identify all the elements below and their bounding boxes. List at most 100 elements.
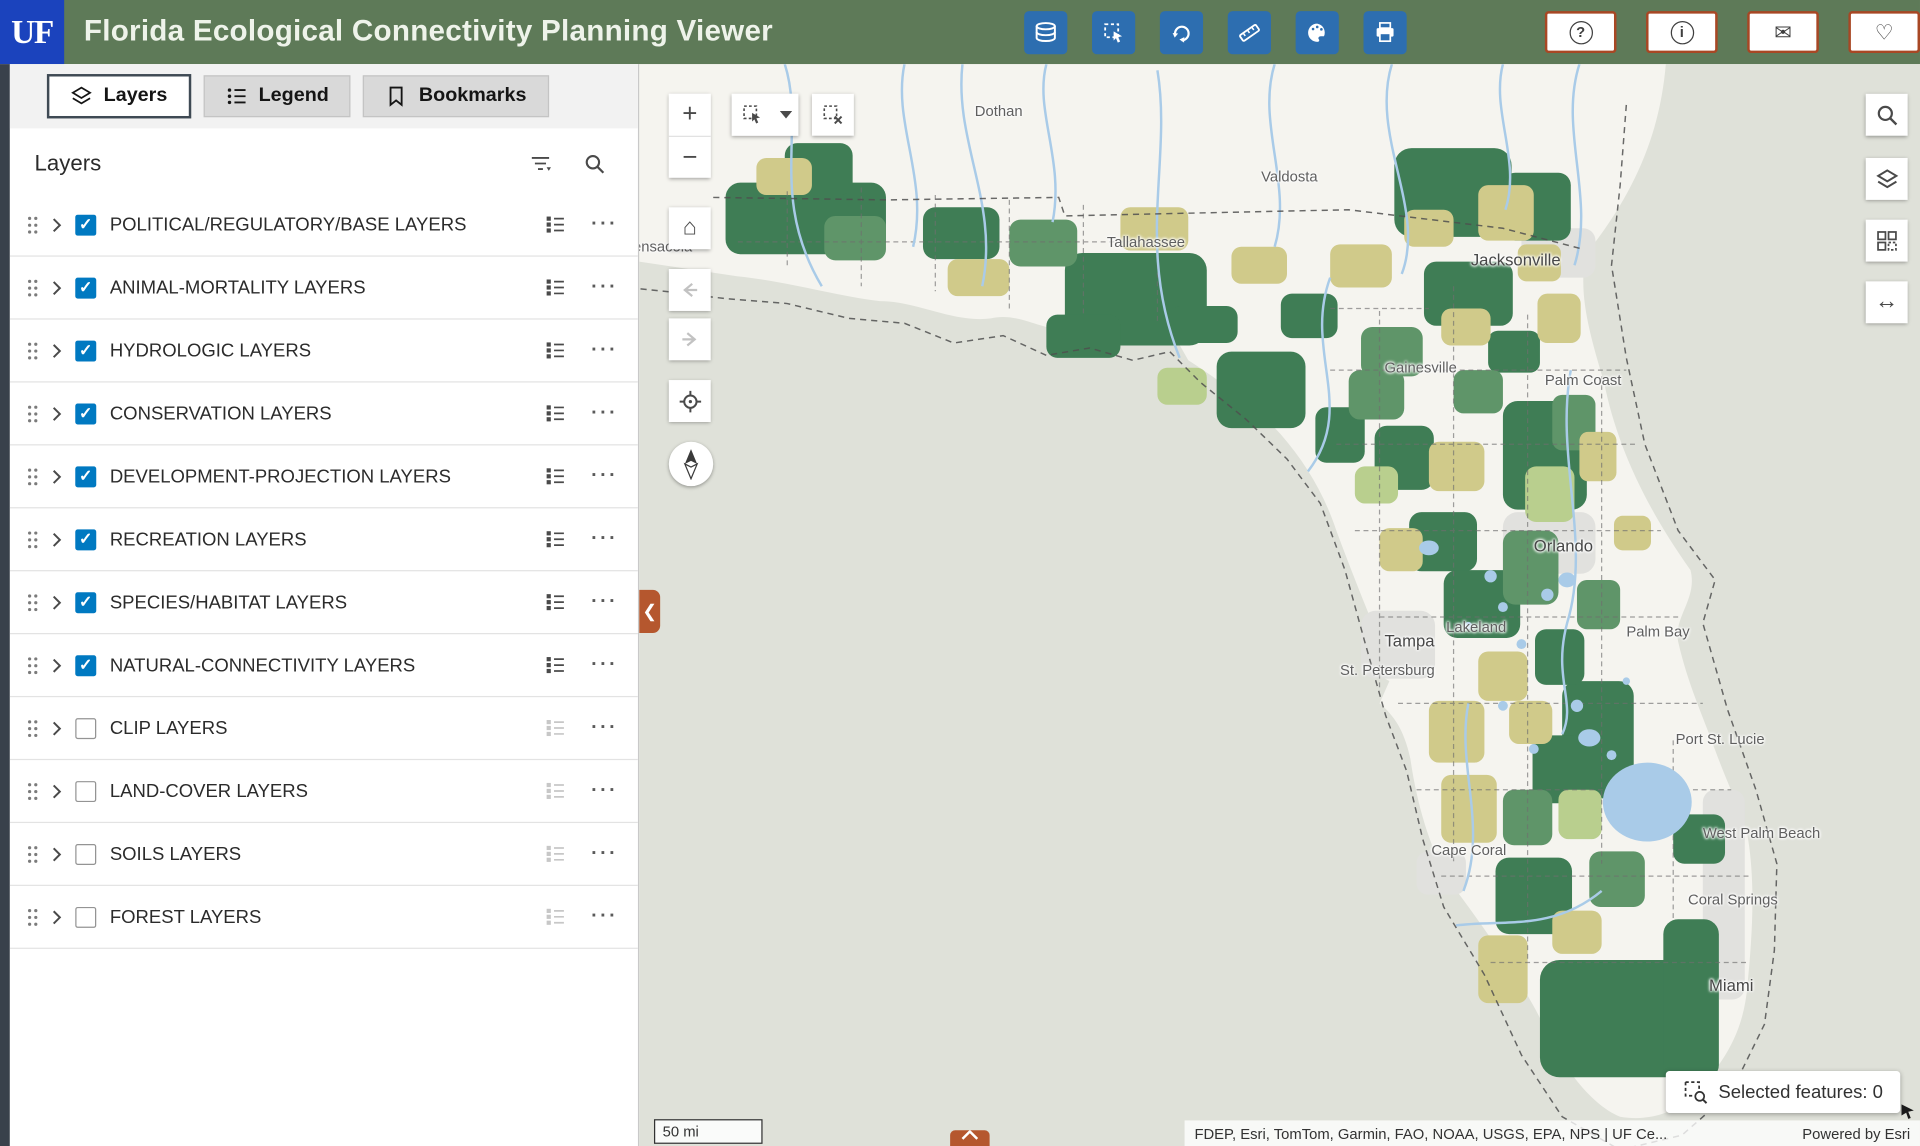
about-button[interactable]: i xyxy=(1646,11,1718,53)
options-ellipsis-icon[interactable]: ··· xyxy=(591,717,618,739)
legend-list-icon[interactable] xyxy=(545,466,565,486)
options-ellipsis-icon[interactable]: ··· xyxy=(591,780,618,802)
table-expand-button[interactable] xyxy=(950,1130,989,1146)
expand-chevron-icon[interactable] xyxy=(52,594,62,610)
drag-handle-icon[interactable] xyxy=(27,845,38,864)
measure-button[interactable] xyxy=(1228,10,1271,53)
zoom-out-button[interactable]: − xyxy=(669,136,711,178)
zoom-in-button[interactable]: + xyxy=(669,94,711,136)
expand-chevron-icon[interactable] xyxy=(52,909,62,925)
add-data-button[interactable] xyxy=(1024,10,1067,53)
tab-legend[interactable]: Legend xyxy=(203,75,351,117)
basemap-gallery-button[interactable] xyxy=(1866,220,1908,262)
options-ellipsis-icon[interactable]: ··· xyxy=(591,654,618,676)
expand-chevron-icon[interactable] xyxy=(52,657,62,673)
previous-extent-button[interactable] xyxy=(669,269,711,311)
expand-chevron-icon[interactable] xyxy=(52,531,62,547)
expand-chevron-icon[interactable] xyxy=(52,279,62,295)
legend-list-icon[interactable] xyxy=(545,655,565,675)
selected-features-badge[interactable]: Selected features: 0 xyxy=(1665,1071,1900,1113)
options-ellipsis-icon[interactable]: ··· xyxy=(591,339,618,361)
expand-chevron-icon[interactable] xyxy=(52,342,62,358)
layer-row: FOREST LAYERS ··· xyxy=(10,886,638,949)
options-ellipsis-icon[interactable]: ··· xyxy=(591,402,618,424)
layer-checkbox[interactable] xyxy=(75,214,96,235)
options-ellipsis-icon[interactable]: ··· xyxy=(591,465,618,487)
extent-width-button[interactable]: ↔ xyxy=(1866,281,1908,323)
print-button[interactable] xyxy=(1363,10,1406,53)
expand-chevron-icon[interactable] xyxy=(52,468,62,484)
expand-chevron-icon[interactable] xyxy=(52,783,62,799)
expand-chevron-icon[interactable] xyxy=(52,846,62,862)
drag-handle-icon[interactable] xyxy=(27,782,38,801)
search-icon[interactable] xyxy=(584,152,606,174)
map-select-button[interactable] xyxy=(732,94,774,136)
layer-checkbox[interactable] xyxy=(75,655,96,676)
drag-handle-icon[interactable] xyxy=(27,404,38,423)
layer-checkbox[interactable] xyxy=(75,529,96,550)
drag-handle-icon[interactable] xyxy=(27,215,38,234)
legend-list-icon[interactable] xyxy=(545,529,565,549)
legend-list-icon[interactable] xyxy=(545,278,565,298)
options-ellipsis-icon[interactable]: ··· xyxy=(591,528,618,550)
layer-label: LAND-COVER LAYERS xyxy=(110,778,532,804)
legend-list-icon[interactable] xyxy=(545,718,565,738)
layer-checkbox[interactable] xyxy=(75,277,96,298)
tab-layers[interactable]: Layers xyxy=(47,74,191,118)
legend-list-icon[interactable] xyxy=(545,844,565,864)
options-ellipsis-icon[interactable]: ··· xyxy=(591,906,618,928)
options-ellipsis-icon[interactable]: ··· xyxy=(591,591,618,613)
legend-list-icon[interactable] xyxy=(545,403,565,423)
next-extent-button[interactable] xyxy=(669,318,711,360)
legend-list-icon[interactable] xyxy=(545,215,565,235)
draw-button[interactable] xyxy=(1296,10,1339,53)
map-search-button[interactable] xyxy=(1866,94,1908,136)
map-area[interactable]: DothanValdostaTallahasseePensacolaJackso… xyxy=(639,64,1920,1146)
heart-icon: ♡ xyxy=(1875,22,1894,43)
options-ellipsis-icon[interactable]: ··· xyxy=(591,213,618,235)
options-ellipsis-icon[interactable]: ··· xyxy=(591,276,618,298)
tab-bookmarks[interactable]: Bookmarks xyxy=(363,75,548,117)
help-button[interactable]: ? xyxy=(1545,11,1617,53)
drag-handle-icon[interactable] xyxy=(27,719,38,738)
options-ellipsis-icon[interactable]: ··· xyxy=(591,843,618,865)
home-icon: ⌂ xyxy=(683,215,697,242)
layer-checkbox[interactable] xyxy=(75,403,96,424)
drag-handle-icon[interactable] xyxy=(27,467,38,486)
legend-list-icon[interactable] xyxy=(545,781,565,801)
locate-button[interactable] xyxy=(669,380,711,422)
expand-chevron-icon[interactable] xyxy=(52,217,62,233)
layer-checkbox[interactable] xyxy=(75,340,96,361)
drag-handle-icon[interactable] xyxy=(27,593,38,612)
legend-list-icon[interactable] xyxy=(545,341,565,361)
layer-checkbox[interactable] xyxy=(75,780,96,801)
drag-handle-icon[interactable] xyxy=(27,341,38,360)
drag-handle-icon[interactable] xyxy=(27,908,38,927)
expand-chevron-icon[interactable] xyxy=(52,720,62,736)
circular-arrows-icon xyxy=(1170,20,1193,43)
drag-handle-icon[interactable] xyxy=(27,278,38,297)
layer-checkbox[interactable] xyxy=(75,466,96,487)
sidebar-collapse-handle[interactable]: ❮ xyxy=(639,590,660,633)
layer-list-button[interactable] xyxy=(1866,158,1908,200)
compass-button[interactable] xyxy=(669,442,713,486)
filter-icon[interactable] xyxy=(529,152,551,174)
ruler-icon xyxy=(1238,20,1261,43)
select-tool-button[interactable] xyxy=(1092,10,1135,53)
favorites-button[interactable]: ♡ xyxy=(1848,11,1920,53)
layer-checkbox[interactable] xyxy=(75,718,96,739)
home-button[interactable]: ⌂ xyxy=(669,207,711,249)
layer-checkbox[interactable] xyxy=(75,906,96,927)
legend-list-icon[interactable] xyxy=(545,592,565,612)
expand-chevron-icon[interactable] xyxy=(52,405,62,421)
contact-button[interactable]: ✉ xyxy=(1747,11,1819,53)
processing-button[interactable] xyxy=(1160,10,1203,53)
drag-handle-icon[interactable] xyxy=(27,656,38,675)
layer-checkbox[interactable] xyxy=(75,592,96,613)
drag-handle-icon[interactable] xyxy=(27,530,38,549)
layer-label: SPECIES/HABITAT LAYERS xyxy=(110,589,532,615)
select-dropdown-button[interactable] xyxy=(774,94,799,136)
clear-selection-button[interactable] xyxy=(812,94,854,136)
legend-list-icon[interactable] xyxy=(545,907,565,927)
layer-checkbox[interactable] xyxy=(75,843,96,864)
